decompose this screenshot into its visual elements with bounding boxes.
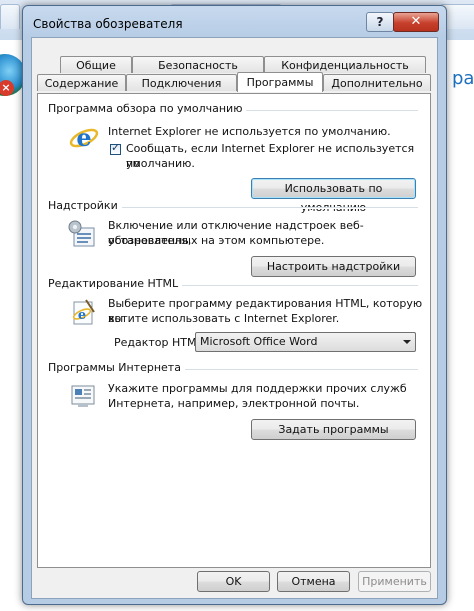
internet-programs-icon <box>66 380 98 412</box>
tab-programs[interactable]: Программы <box>237 72 323 92</box>
html-editor-selected-value: Microsoft Office Word <box>200 335 318 348</box>
tab-security[interactable]: Безопасность <box>132 56 264 73</box>
html-editing-group-title: Редактирование HTML <box>48 277 183 290</box>
tab-general[interactable]: Общие <box>60 56 132 73</box>
html-editor-label: Редактор HTML: <box>114 336 207 349</box>
tab-privacy[interactable]: Конфиденциальность <box>264 56 426 73</box>
default-browser-group-title: Программа обзора по умолчанию <box>48 102 247 115</box>
dialog-client-area: Общие Безопасность Конфиденциальность Со… <box>31 37 438 599</box>
internet-programs-group-title: Программы Интернета <box>48 361 185 374</box>
background-page-text: ранз <box>452 68 474 89</box>
internet-explorer-icon: e <box>68 122 100 154</box>
internet-programs-description-line2: Интернета, например, электронной почты. <box>108 397 360 410</box>
html-editing-description-line2: хотите использовать с Internet Explorer. <box>108 312 340 325</box>
internet-programs-description-line1: Укажите программы для поддержки прочих с… <box>108 382 407 395</box>
default-browser-status: Internet Explorer не используется по умо… <box>108 125 391 138</box>
svg-text:e: e <box>76 123 91 152</box>
html-editor-select[interactable]: Microsoft Office Word <box>195 332 416 352</box>
addons-group-title: Надстройки <box>48 199 122 212</box>
svg-text:e: e <box>78 308 86 323</box>
set-programs-button[interactable]: Задать программы <box>251 419 416 440</box>
dialog-titlebar[interactable]: Свойства обозревателя ? ✕ <box>23 6 446 38</box>
help-button[interactable]: ? <box>366 12 394 32</box>
html-editor-icon: e <box>66 296 98 328</box>
tab-connections[interactable]: Подключения <box>126 74 237 91</box>
close-button[interactable]: ✕ <box>393 12 439 32</box>
addons-gear-icon <box>66 218 98 250</box>
internet-options-dialog: Свойства обозревателя ? ✕ Общие Безопасн… <box>22 5 447 605</box>
addons-description-line2: установленных на этом компьютере. <box>108 234 325 247</box>
ok-button[interactable]: OK <box>197 571 270 592</box>
tab-advanced[interactable]: Дополнительно <box>323 74 431 91</box>
notify-default-checkbox[interactable] <box>110 141 121 155</box>
programs-tab-panel: Программа обзора по умолчанию e Internet… <box>37 93 431 568</box>
dialog-title: Свойства обозревателя <box>33 17 183 31</box>
cancel-button[interactable]: Отмена <box>277 571 350 592</box>
make-default-button[interactable]: Использовать по умолчанию <box>251 178 416 214</box>
browser-tab <box>0 4 20 29</box>
chevron-down-icon <box>403 340 411 344</box>
apply-button[interactable]: Применить <box>358 571 431 592</box>
manage-addons-button[interactable]: Настроить надстройки <box>251 256 416 277</box>
notify-default-label-line2: умолчанию. <box>126 157 195 170</box>
tab-content[interactable]: Содержание <box>37 74 126 91</box>
